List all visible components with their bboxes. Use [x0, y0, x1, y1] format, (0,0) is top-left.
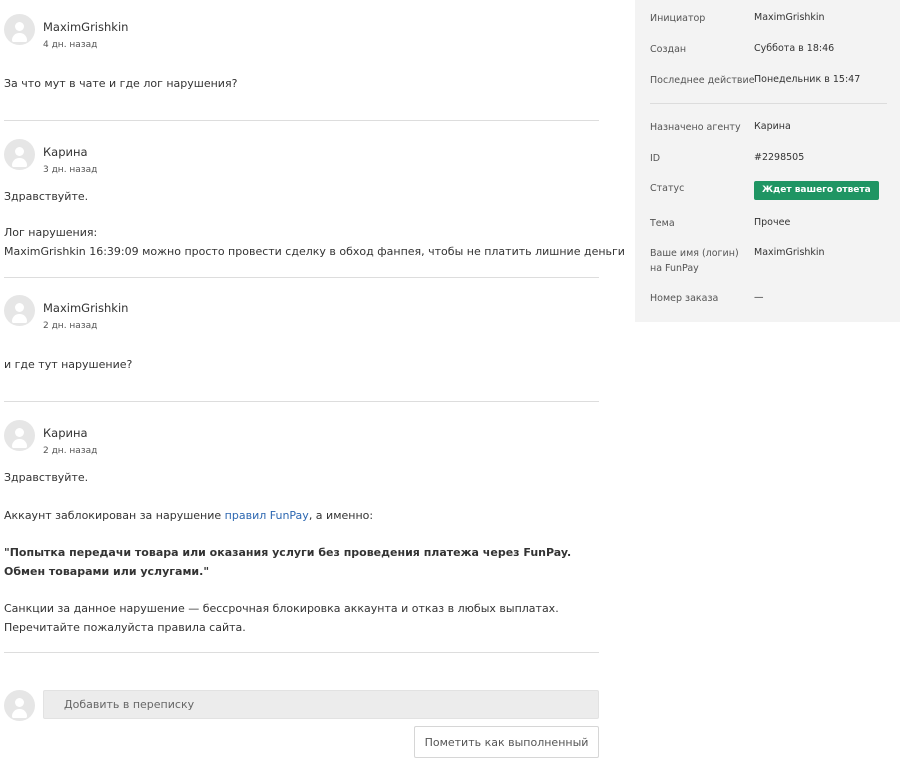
sidebar-divider: [650, 103, 887, 104]
message-author: Карина: [43, 426, 88, 440]
message-time: 2 дн. назад: [43, 321, 98, 331]
ticket-info-sidebar: Инициатор MaximGrishkin Создан Суббота в…: [635, 0, 900, 322]
agent-label: Назначено агенту: [650, 122, 741, 133]
message-divider: [4, 120, 599, 121]
message-time: 2 дн. назад: [43, 446, 98, 456]
sanctions-text: Санкции за данное нарушение — бессрочная…: [4, 602, 559, 615]
message-divider: [4, 401, 599, 402]
username-value: MaximGrishkin: [754, 247, 825, 258]
id-value: #2298505: [754, 152, 805, 163]
user-avatar-icon: [4, 14, 35, 45]
topic-label: Тема: [650, 218, 675, 229]
status-label: Статус: [650, 183, 685, 194]
message-text: За что мут в чате и где лог нарушения?: [4, 77, 238, 90]
initiator-value: MaximGrishkin: [754, 12, 825, 23]
message-text: MaximGrishkin 16:39:09 можно просто пров…: [4, 245, 625, 258]
message-text: Лог нарушения:: [4, 226, 98, 239]
order-number-value: —: [754, 292, 764, 303]
message-divider: [4, 652, 599, 653]
last-action-value: Понедельник в 15:47: [754, 74, 861, 85]
last-action-label: Последнее действие: [650, 75, 755, 86]
message-greeting: Здравствуйте.: [4, 471, 89, 484]
order-number-label: Номер заказа: [650, 293, 719, 304]
message-text: Аккаунт заблокирован за нарушение правил…: [4, 506, 373, 525]
message-greeting: Здравствуйте.: [4, 190, 89, 203]
message-author: MaximGrishkin: [43, 301, 129, 315]
reread-rules-text: Перечитайте пожалуйста правила сайта.: [4, 621, 246, 634]
message-divider: [4, 277, 599, 278]
id-label: ID: [650, 153, 661, 164]
user-avatar-icon: [4, 690, 35, 721]
created-value: Суббота в 18:46: [754, 43, 835, 54]
message-text-part: , а именно:: [308, 509, 374, 522]
username-label: Ваше имя (логин) на FunPay: [650, 248, 739, 274]
message-text: и где тут нарушение?: [4, 358, 133, 371]
topic-value: Прочее: [754, 217, 791, 228]
agent-value: Карина: [754, 121, 791, 132]
violation-quote: "Попытка передачи товара или оказания ус…: [4, 546, 572, 578]
rules-link[interactable]: правил FunPay: [225, 509, 309, 522]
message-time: 3 дн. назад: [43, 165, 98, 175]
mark-as-done-button[interactable]: Пометить как выполненный: [414, 726, 599, 758]
initiator-label: Инициатор: [650, 13, 706, 24]
message-author: Карина: [43, 145, 88, 159]
message-text-part: Аккаунт заблокирован за нарушение: [4, 509, 225, 522]
message-author: MaximGrishkin: [43, 20, 129, 34]
reply-input[interactable]: [43, 690, 599, 719]
user-avatar-icon: [4, 139, 35, 170]
user-avatar-icon: [4, 420, 35, 451]
message-time: 4 дн. назад: [43, 40, 98, 50]
created-label: Создан: [650, 44, 687, 55]
user-avatar-icon: [4, 295, 35, 326]
status-badge: Ждет вашего ответа: [754, 181, 879, 200]
